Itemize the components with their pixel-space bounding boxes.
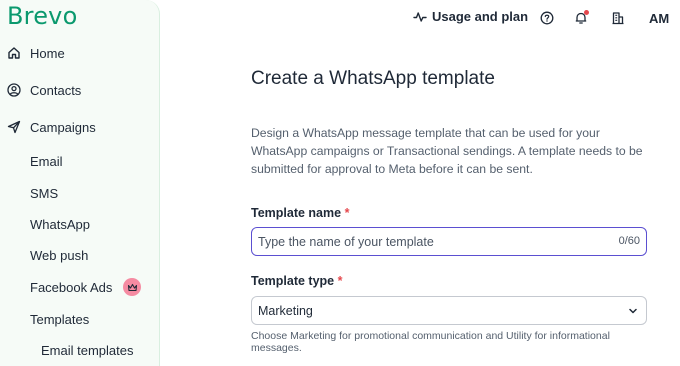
bell-icon[interactable]	[574, 10, 589, 25]
template-type-value: Marketing	[258, 303, 313, 318]
template-type-helper: Choose Marketing for promotional communi…	[251, 330, 610, 354]
usage-and-plan-button[interactable]: Usage and plan	[413, 9, 528, 24]
home-icon	[7, 46, 21, 60]
sidebar-item-label: Contacts	[30, 82, 82, 98]
required-asterisk: *	[344, 206, 350, 220]
sidebar: Brevo Home Contacts Campaigns Email SMS …	[0, 0, 160, 366]
character-counter: 0/60	[618, 235, 640, 247]
brevo-logo[interactable]: Brevo	[7, 2, 77, 30]
template-type-select[interactable]: Marketing	[251, 296, 647, 325]
sidebar-subitem-templates[interactable]: Templates	[30, 305, 89, 333]
sidebar-subitem-web-push[interactable]: Web push	[30, 241, 88, 269]
avatar[interactable]: AM	[649, 11, 669, 26]
sidebar-item-home[interactable]: Home	[0, 37, 159, 69]
sidebar-subitem-email[interactable]: Email	[30, 147, 63, 175]
sidebar-item-label: Home	[30, 45, 65, 61]
sidebar-subitem-whatsapp[interactable]: WhatsApp	[30, 210, 90, 238]
sidebar-item-contacts[interactable]: Contacts	[0, 74, 159, 106]
sidebar-item-campaigns[interactable]: Campaigns	[0, 111, 159, 143]
usage-label: Usage and plan	[432, 9, 529, 24]
page-description: Design a WhatsApp message template that …	[251, 126, 643, 176]
sidebar-item-label: Campaigns	[30, 119, 96, 135]
template-name-field[interactable]: 0/60	[251, 227, 647, 256]
contacts-icon	[7, 83, 21, 97]
help-icon[interactable]	[540, 11, 554, 25]
activity-icon	[413, 10, 427, 24]
template-name-label: Template name *	[251, 206, 350, 220]
template-type-label: Template type *	[251, 274, 343, 288]
crown-icon	[123, 278, 141, 296]
template-name-input[interactable]	[252, 234, 602, 249]
send-icon	[7, 120, 21, 134]
sidebar-subitem-email-templates[interactable]: Email templates	[41, 338, 133, 362]
building-icon[interactable]	[611, 11, 625, 25]
chevron-down-icon	[627, 305, 639, 317]
notification-dot	[584, 10, 589, 15]
sidebar-subitem-facebook-ads[interactable]: Facebook Ads	[30, 273, 112, 301]
sidebar-subitem-sms[interactable]: SMS	[30, 179, 58, 207]
top-bar: Usage and plan AM	[161, 0, 680, 38]
page-title: Create a WhatsApp template	[251, 68, 495, 89]
required-asterisk: *	[337, 274, 343, 288]
